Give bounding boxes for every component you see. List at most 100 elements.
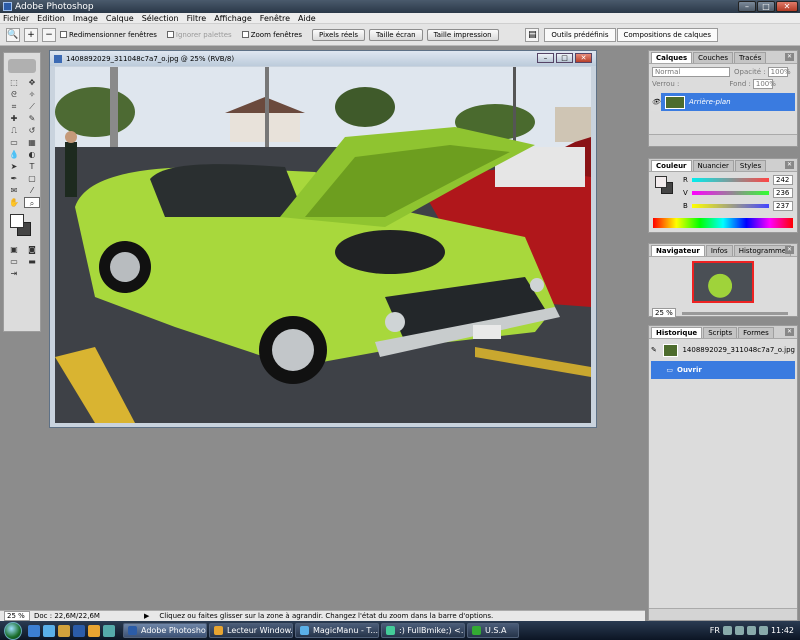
zoom-out-icon[interactable]: −: [42, 27, 56, 42]
tab-paths[interactable]: Tracés: [734, 52, 767, 63]
image-canvas[interactable]: [55, 67, 591, 423]
zoom-in-icon[interactable]: +: [24, 27, 38, 42]
doc-close-button[interactable]: ✕: [575, 53, 592, 63]
doc-minimize-button[interactable]: –: [537, 53, 554, 63]
panel-close-icon[interactable]: ✕: [785, 328, 794, 336]
navigator-thumbnail[interactable]: [692, 261, 754, 303]
tray-volume-icon[interactable]: [734, 626, 744, 635]
notes-tool-icon[interactable]: ✉: [6, 185, 22, 196]
lasso-tool-icon[interactable]: ᘓ: [6, 89, 22, 100]
tab-shapes[interactable]: Formes: [738, 327, 774, 338]
taskbar-item-magicmanu[interactable]: MagicManu - T...: [295, 623, 379, 638]
ignore-palettes-checkbox[interactable]: [166, 31, 174, 38]
screen-mode-icon[interactable]: ▭: [6, 256, 22, 267]
dodge-tool-icon[interactable]: ◐: [24, 149, 40, 160]
standard-mode-icon[interactable]: ▣: [6, 244, 22, 255]
tab-navigator[interactable]: Navigateur: [651, 245, 705, 256]
taskbar-item-usa[interactable]: U.S.A: [467, 623, 519, 638]
b-field[interactable]: 237: [773, 201, 793, 211]
g-slider[interactable]: [691, 191, 769, 195]
start-button[interactable]: [4, 621, 22, 640]
minimize-button[interactable]: –: [738, 1, 756, 12]
folder-icon[interactable]: [58, 624, 70, 637]
chat-icon[interactable]: [103, 624, 115, 637]
status-arrow-icon[interactable]: ▶: [144, 612, 149, 620]
eraser-tool-icon[interactable]: ▭: [6, 137, 22, 148]
marquee-tool-icon[interactable]: ⬚: [6, 77, 22, 88]
pen-tool-icon[interactable]: ✒: [6, 173, 22, 184]
history-brush-tool-icon[interactable]: ↺: [24, 125, 40, 136]
color-spectrum[interactable]: [653, 218, 793, 228]
opacity-field[interactable]: 100%: [767, 67, 791, 77]
menu-help[interactable]: Aide: [298, 14, 316, 23]
eyedropper-tool-icon[interactable]: ⁄: [24, 185, 40, 196]
blur-tool-icon[interactable]: 💧: [6, 149, 22, 160]
panel-close-icon[interactable]: ✕: [785, 53, 794, 61]
tab-info[interactable]: Infos: [705, 245, 733, 256]
navigator-zoom-slider[interactable]: [682, 311, 788, 315]
shape-tool-icon[interactable]: ▢: [24, 173, 40, 184]
tray-security-icon[interactable]: [746, 626, 756, 635]
menu-select[interactable]: Sélection: [142, 14, 179, 23]
taskbar-item-photoshop[interactable]: Adobe Photoshop: [123, 623, 207, 638]
tab-actions[interactable]: Scripts: [703, 327, 738, 338]
ignore-palettes-option[interactable]: Ignorer palettes: [166, 31, 232, 39]
tab-history[interactable]: Historique: [651, 327, 703, 338]
visibility-eye-icon[interactable]: 👁: [651, 93, 661, 111]
panel-close-icon[interactable]: ✕: [785, 161, 794, 169]
close-button[interactable]: ✕: [776, 1, 798, 12]
menu-layer[interactable]: Calque: [106, 14, 134, 23]
clock[interactable]: 11:42: [771, 626, 794, 635]
tray-network-icon[interactable]: [722, 626, 732, 635]
r-slider[interactable]: [691, 178, 769, 182]
history-snapshot[interactable]: ✎ 1408892029_311048c7a7_o.jpg: [651, 341, 795, 359]
photoshop-quicklaunch-icon[interactable]: [73, 624, 85, 637]
internet-explorer-icon[interactable]: [43, 624, 55, 637]
resize-windows-checkbox[interactable]: [60, 31, 67, 38]
tab-layers[interactable]: Calques: [651, 52, 693, 63]
history-step-open[interactable]: ▭ Ouvrir: [651, 361, 795, 379]
zoom-tool-icon[interactable]: 🔍: [6, 27, 20, 42]
zoom-all-checkbox[interactable]: [241, 31, 249, 38]
fit-screen-button[interactable]: Taille écran: [369, 28, 423, 41]
zoom-all-option[interactable]: Zoom fenêtres: [241, 31, 302, 39]
navigator-zoom-field[interactable]: 25 %: [652, 308, 676, 318]
document-title-bar[interactable]: 1408892029_311048c7a7_o.jpg @ 25% (RVB/8…: [50, 51, 596, 66]
color-panel-fg-swatch[interactable]: [655, 176, 667, 188]
quick-mask-icon[interactable]: ◙: [24, 244, 40, 255]
gradient-tool-icon[interactable]: ▦: [24, 137, 40, 148]
tab-swatches[interactable]: Nuancier: [692, 160, 734, 171]
zoom-tool-icon-toolbox[interactable]: ⌕: [24, 197, 40, 208]
foreground-color-swatch[interactable]: [10, 214, 24, 228]
layer-comps-tab[interactable]: Compositions de calques: [616, 28, 718, 42]
tab-styles[interactable]: Styles: [734, 160, 767, 171]
tab-channels[interactable]: Couches: [693, 52, 734, 63]
clone-stamp-tool-icon[interactable]: ⎍: [6, 125, 22, 136]
b-slider[interactable]: [691, 204, 769, 208]
menu-filter[interactable]: Filtre: [187, 14, 207, 23]
hand-tool-icon[interactable]: ✋: [6, 197, 22, 208]
magic-wand-tool-icon[interactable]: ✧: [24, 89, 40, 100]
resize-windows-option[interactable]: Redimensionner fenêtres: [60, 31, 157, 39]
menu-window[interactable]: Fenêtre: [260, 14, 290, 23]
tray-update-icon[interactable]: [758, 626, 768, 635]
g-field[interactable]: 236: [773, 188, 793, 198]
show-desktop-icon[interactable]: [28, 624, 40, 637]
panel-close-icon[interactable]: ✕: [785, 246, 794, 254]
history-brush-source-icon[interactable]: ✎: [651, 346, 659, 354]
type-tool-icon[interactable]: T: [24, 161, 40, 172]
jump-to-imageready-icon[interactable]: ⇥: [6, 268, 22, 279]
brush-tool-icon[interactable]: ✎: [24, 113, 40, 124]
menu-edit[interactable]: Edition: [37, 14, 65, 23]
status-zoom-field[interactable]: 25 %: [4, 611, 30, 621]
tab-color[interactable]: Couleur: [651, 160, 692, 171]
menu-file[interactable]: Fichier: [3, 14, 29, 23]
healing-brush-tool-icon[interactable]: ✚: [6, 113, 22, 124]
print-size-button[interactable]: Taille impression: [426, 28, 499, 41]
move-tool-icon[interactable]: ✥: [24, 77, 40, 88]
crop-tool-icon[interactable]: ⌗: [6, 101, 22, 112]
actual-pixels-button[interactable]: Pixels réels: [312, 28, 366, 41]
fill-field[interactable]: 100%: [752, 79, 776, 89]
path-selection-tool-icon[interactable]: ➤: [6, 161, 22, 172]
menu-image[interactable]: Image: [73, 14, 98, 23]
